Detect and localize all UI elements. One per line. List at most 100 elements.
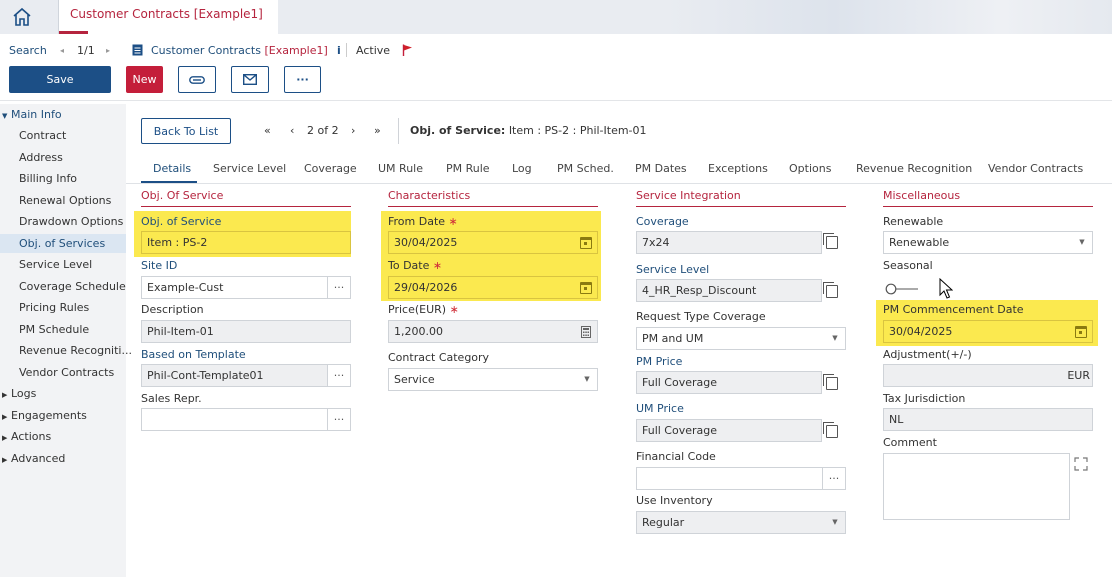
tab-pm-sched[interactable]: PM Sched. (557, 162, 614, 175)
tab-service-level[interactable]: Service Level (213, 162, 286, 175)
sidebar-item-contract[interactable]: Contract (19, 129, 66, 142)
back-to-list-button[interactable]: Back To List (141, 118, 231, 144)
home-icon (13, 7, 31, 26)
sidebar-item-pricing-rules[interactable]: Pricing Rules (19, 301, 89, 314)
record-title: Customer Contracts [Example1] (151, 43, 328, 57)
use-inventory-select[interactable]: Regular ▼ (636, 511, 846, 534)
ellipsis-icon[interactable]: ··· (327, 409, 350, 430)
coverage-label[interactable]: Coverage (636, 215, 689, 228)
tab-log[interactable]: Log (512, 162, 532, 175)
copy-icon[interactable] (823, 422, 838, 438)
site-id-field[interactable]: Example-Cust ··· (141, 276, 351, 299)
more-button[interactable]: ··· (284, 66, 321, 93)
last-page-icon[interactable]: » (374, 124, 381, 137)
status-text: Active (356, 43, 391, 57)
mouse-cursor-icon (939, 277, 954, 303)
tab-exceptions[interactable]: Exceptions (708, 162, 768, 175)
attach-button[interactable] (178, 66, 216, 93)
tab-coverage[interactable]: Coverage (304, 162, 357, 175)
document-icon (132, 42, 143, 58)
based-on-template-field[interactable]: Phil-Cont-Template01 ··· (141, 364, 351, 387)
expand-icon[interactable] (1074, 457, 1088, 474)
tax-jurisdiction-field[interactable]: NL (883, 408, 1093, 431)
pm-commencement-label: PM Commencement Date (883, 303, 1024, 316)
comment-textarea[interactable] (883, 453, 1070, 520)
calendar-icon[interactable] (574, 277, 597, 298)
tab-revenue-recognition[interactable]: Revenue Recognition (856, 162, 972, 175)
info-icon[interactable]: i (337, 42, 341, 58)
chevron-down-icon[interactable]: ▼ (825, 328, 845, 349)
renewable-select[interactable]: Renewable ▼ (883, 231, 1093, 254)
ellipsis-icon[interactable]: ··· (822, 468, 845, 489)
contract-category-select[interactable]: Service ▼ (388, 368, 598, 391)
sidebar-item-address[interactable]: Address (19, 151, 63, 164)
financial-code-field[interactable]: ··· (636, 467, 846, 490)
divider (398, 118, 399, 144)
um-price-field[interactable]: Full Coverage (636, 419, 822, 442)
section-characteristics: Characteristics (388, 189, 598, 207)
chevron-down-icon[interactable]: ▼ (1072, 232, 1092, 253)
pm-commencement-field[interactable]: 30/04/2025 (883, 320, 1093, 343)
sidebar-item-revenue-recognition[interactable]: Revenue Recogniti... (19, 344, 132, 357)
sidebar-group-actions[interactable]: ▶ Actions (2, 430, 51, 443)
sidebar-group-logs[interactable]: ▶ Logs (2, 387, 36, 400)
sidebar-group-engagements[interactable]: ▶ Engagements (2, 409, 87, 422)
ellipsis-icon[interactable]: ··· (327, 277, 350, 298)
adjustment-field[interactable]: EUR (883, 364, 1093, 387)
tab-vendor-contracts[interactable]: Vendor Contracts (988, 162, 1083, 175)
copy-icon[interactable] (823, 374, 838, 390)
seasonal-toggle[interactable] (885, 283, 919, 295)
service-level-label[interactable]: Service Level (636, 263, 709, 276)
based-on-template-label[interactable]: Based on Template (141, 348, 246, 361)
pm-price-field[interactable]: Full Coverage (636, 371, 822, 394)
tab-options[interactable]: Options (789, 162, 831, 175)
first-page-icon[interactable]: « (264, 124, 271, 137)
flag-icon[interactable] (402, 42, 413, 58)
sales-repr-field[interactable]: ··· (141, 408, 351, 431)
tab-pm-dates[interactable]: PM Dates (635, 162, 687, 175)
sidebar-item-pm-schedule[interactable]: PM Schedule (19, 323, 89, 336)
copy-icon[interactable] (823, 233, 838, 249)
chevron-down-icon[interactable]: ▼ (825, 512, 845, 533)
ellipsis-icon[interactable]: ··· (327, 365, 350, 386)
email-button[interactable] (231, 66, 269, 93)
sidebar-group-advanced[interactable]: ▶ Advanced (2, 452, 65, 465)
to-date-field[interactable]: 29/04/2026 (388, 276, 598, 299)
calendar-icon[interactable] (1069, 321, 1092, 342)
home-button[interactable] (0, 0, 44, 34)
search-link[interactable]: Search (9, 42, 47, 58)
site-id-label[interactable]: Site ID (141, 259, 177, 272)
description-field[interactable]: Phil-Item-01 (141, 320, 351, 343)
sidebar-item-billing-info[interactable]: Billing Info (19, 172, 77, 185)
sidebar-item-renewal-options[interactable]: Renewal Options (19, 194, 111, 207)
from-date-field[interactable]: 30/04/2025 (388, 231, 598, 254)
sidebar-item-service-level[interactable]: Service Level (19, 258, 92, 271)
tab-details[interactable]: Details (153, 162, 191, 175)
tab-customer-contracts[interactable]: Customer Contracts [Example1] (58, 0, 278, 34)
coverage-field[interactable]: 7x24 (636, 231, 822, 254)
copy-icon[interactable] (823, 282, 838, 298)
sidebar-item-obj-of-services[interactable]: Obj. of Services (0, 234, 126, 253)
request-type-coverage-select[interactable]: PM and UM ▼ (636, 327, 846, 350)
chevron-down-icon[interactable]: ▼ (577, 369, 597, 390)
sidebar-item-vendor-contracts[interactable]: Vendor Contracts (19, 366, 114, 379)
prev-record-icon[interactable]: ◂ (60, 42, 64, 58)
divider (0, 100, 1112, 101)
new-button[interactable]: New (126, 66, 163, 93)
next-record-icon[interactable]: ▸ (106, 42, 110, 58)
app-tab-indicator (59, 31, 88, 34)
next-page-icon[interactable]: › (351, 124, 355, 137)
price-field[interactable]: 1,200.00 (388, 320, 598, 343)
pm-price-label[interactable]: PM Price (636, 355, 682, 368)
calendar-icon[interactable] (574, 232, 597, 253)
tab-um-rule[interactable]: UM Rule (378, 162, 423, 175)
tab-pm-rule[interactable]: PM Rule (446, 162, 490, 175)
sidebar-item-coverage-schedule[interactable]: Coverage Schedule (19, 280, 126, 293)
um-price-label[interactable]: UM Price (636, 402, 684, 415)
save-button[interactable]: Save (9, 66, 111, 93)
sidebar-item-drawdown-options[interactable]: Drawdown Options (19, 215, 123, 228)
sidebar-group-main-info[interactable]: ▼ Main Info (2, 108, 62, 121)
service-level-field[interactable]: 4_HR_Resp_Discount (636, 279, 822, 302)
calculator-icon[interactable] (574, 321, 597, 342)
prev-page-icon[interactable]: ‹ (290, 124, 294, 137)
